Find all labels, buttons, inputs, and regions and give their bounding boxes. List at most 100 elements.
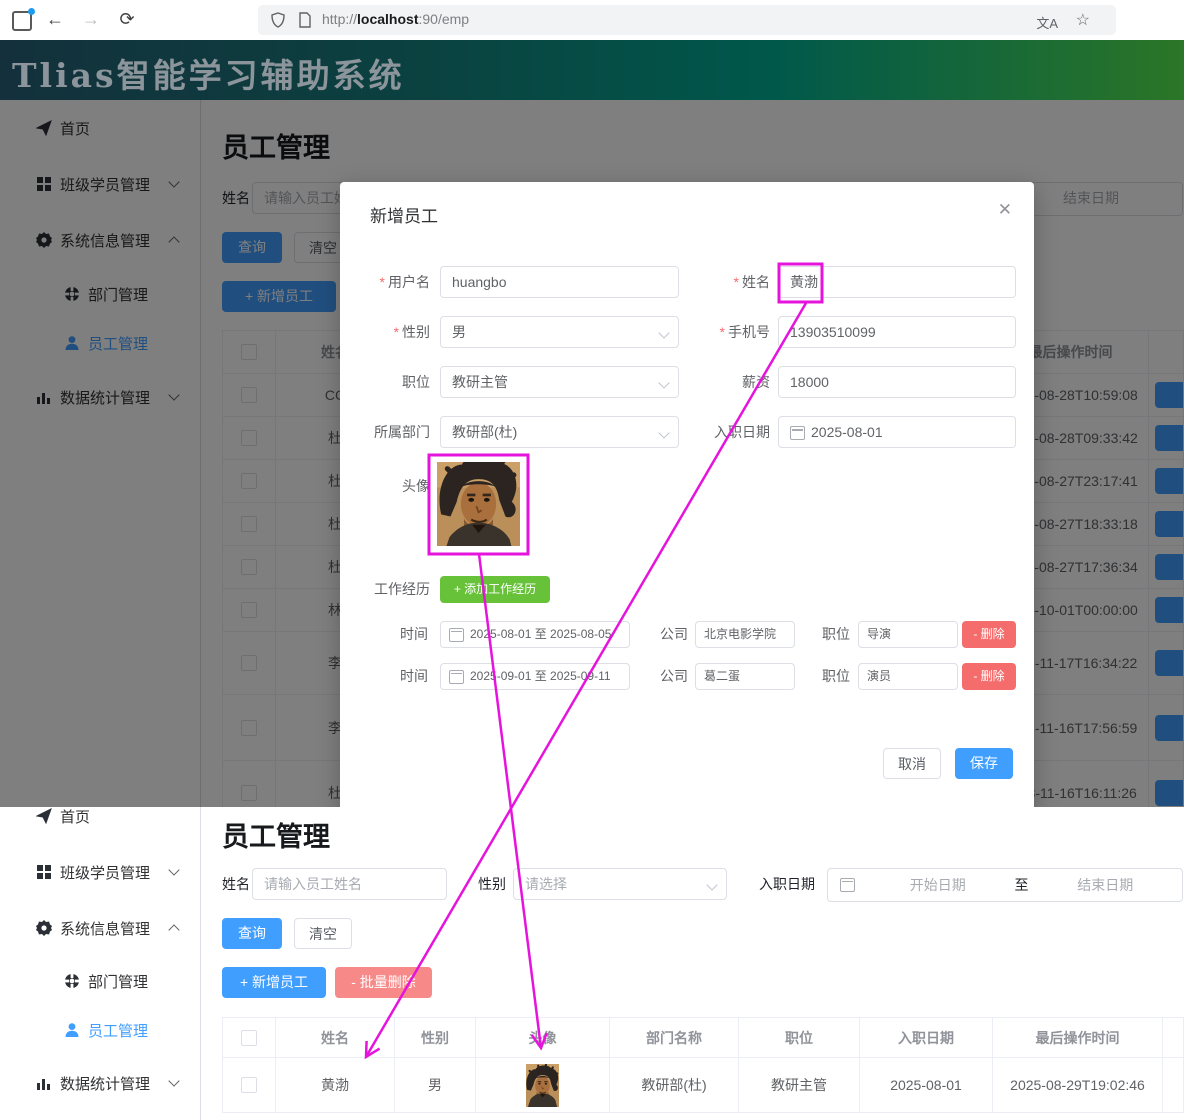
exp-time-label: 时间 [380,621,428,648]
add-employee-dialog: 新增员工 ✕ *用户名 huangbo *姓名 黄渤 *性别 男 *手机号 13… [340,182,1034,807]
phone-label: *手机号 [685,316,770,348]
sidebar-item-employees[interactable]: 员工管理 [0,1010,200,1050]
chevron-down-icon [706,879,717,890]
filter-date-range-box[interactable]: 开始日期 至 结束日期 [827,868,1183,902]
salary-label: 薪资 [685,366,770,398]
user-icon [64,1022,80,1038]
entry-date-picker[interactable]: 2025-08-01 [778,416,1016,448]
result-screenshot-region: 首页 班级学员管理 系统信息管理 部门管理 员工管理 [0,807,1184,1120]
work-exp-label: 工作经历 [340,573,430,605]
avatar-upload-image[interactable] [437,462,520,546]
name-field[interactable]: 黄渤 [778,266,1016,298]
sidebar-item-classes[interactable]: 班级学员管理 [0,852,200,892]
exp-company-label: 公司 [640,621,688,648]
address-bar[interactable]: http://localhost:90/emp 文A ☆ [258,5,1116,35]
page-title: 员工管理 [222,815,330,854]
forward-icon[interactable]: → [78,6,104,32]
calendar-icon [449,670,464,684]
sidebar-item-home[interactable]: 首页 [0,807,200,836]
paper-plane-icon [36,808,52,824]
filter-gender-label: 性别 [478,868,506,900]
employee-dept-cell: 教研部(杜) [610,1058,739,1112]
reload-icon[interactable]: ⟳ [114,6,140,32]
table-header-row: 姓名 性别 头像 部门名称 职位 入职日期 最后操作时间 [222,1018,1184,1058]
exp-date-range[interactable]: 2025-09-01 至 2025-09-11 [440,663,630,690]
dialog-title: 新增员工 [370,202,438,227]
search-button[interactable]: 查询 [222,918,282,949]
employee-job-cell: 教研主管 [739,1058,860,1112]
department-icon [64,973,80,989]
chevron-down-icon [168,864,179,875]
employee-avatar-image [526,1064,559,1107]
exp-company-field[interactable]: 北京电影学院 [695,621,795,648]
gear-icon [36,920,52,936]
dept-select[interactable]: 教研部(杜) [440,416,679,448]
chevron-down-icon [658,427,669,438]
sidebar-item-statistics[interactable]: 数据统计管理 [0,1063,200,1103]
employee-entry-cell: 2025-08-01 [860,1058,993,1112]
filter-gender-select[interactable]: 请选择 [513,868,727,900]
translate-icon[interactable]: 文A [1036,13,1058,32]
save-button[interactable]: 保存 [955,748,1013,779]
delete-exp-button[interactable]: - 删除 [962,663,1016,690]
employee-updated-cell: 2025-08-29T19:02:46 [993,1058,1163,1112]
gender-select[interactable]: 男 [440,316,679,348]
exp-job-field[interactable]: 演员 [858,663,958,690]
end-date-input[interactable]: 结束日期 [1029,875,1183,895]
gender-label: *性别 [340,316,430,348]
add-work-exp-button[interactable]: + 添加工作经历 [440,576,550,603]
document-icon [298,12,312,28]
chevron-down-icon [168,1075,179,1086]
cancel-button[interactable]: 取消 [883,748,941,779]
calendar-icon [840,878,855,892]
job-select[interactable]: 教研主管 [440,366,679,398]
job-label: 职位 [340,366,430,398]
exp-time-label: 时间 [380,663,428,690]
chevron-down-icon [658,327,669,338]
avatar-label: 头像 [340,470,430,502]
employee-gender-cell: 男 [395,1058,476,1112]
exp-date-range[interactable]: 2025-08-01 至 2025-08-05 [440,621,630,648]
entry-date-label: 入职日期 [685,416,770,448]
browser-chrome: ← → ⟳ http://localhost:90/emp 文A ☆ [0,0,1184,41]
chevron-up-icon [168,924,179,935]
back-icon[interactable]: ← [42,6,68,32]
add-employee-button[interactable]: + 新增员工 [222,967,326,998]
salary-field[interactable]: 18000 [778,366,1016,398]
start-date-input[interactable]: 开始日期 [861,875,1015,895]
filter-name-label: 姓名 [222,868,250,900]
employee-table: 姓名 性别 头像 部门名称 职位 入职日期 最后操作时间 黄渤 男 教研部(杜)… [222,1017,1184,1113]
sidebar-item-system[interactable]: 系统信息管理 [0,908,200,948]
exp-company-field[interactable]: 葛二蛋 [695,663,795,690]
select-all-checkbox[interactable] [241,1030,257,1046]
bar-chart-icon [36,1075,52,1091]
calendar-icon [790,426,805,440]
name-label: *姓名 [685,266,770,298]
exp-job-label: 职位 [802,663,850,690]
star-icon[interactable]: ☆ [1076,10,1090,30]
sidebar: 首页 班级学员管理 系统信息管理 部门管理 员工管理 [0,807,201,1120]
tab-active-dot [28,8,35,15]
filter-name-input[interactable]: 请输入员工姓名 [252,868,447,900]
filter-date-label: 入职日期 [759,868,815,900]
phone-field[interactable]: 13903510099 [778,316,1016,348]
screenshot-canvas: ← → ⟳ http://localhost:90/emp 文A ☆ Tlias… [0,0,1184,1120]
close-icon[interactable]: ✕ [998,200,1012,220]
batch-delete-button[interactable]: - 批量删除 [335,967,432,998]
calendar-icon [449,628,464,642]
row-checkbox[interactable] [241,1077,257,1093]
username-field[interactable]: huangbo [440,266,679,298]
app-header: Tlias智能学习辅助系统 [0,40,1184,100]
sidebar-item-departments[interactable]: 部门管理 [0,961,200,1001]
username-label: *用户名 [340,266,430,298]
clear-button[interactable]: 清空 [294,918,352,949]
tab-icon[interactable] [12,11,32,31]
chevron-down-icon [658,377,669,388]
employee-name-cell: 黄渤 [276,1058,395,1112]
dept-label: 所属部门 [340,416,430,448]
app-title: Tlias智能学习辅助系统 [12,49,405,97]
modal-screenshot-region: 首页 班级学员管理 系统信息管理 部门管理 员工管理 [0,100,1184,807]
delete-exp-button[interactable]: - 删除 [962,621,1016,648]
date-range-separator: 至 [1015,875,1029,895]
exp-job-field[interactable]: 导演 [858,621,958,648]
